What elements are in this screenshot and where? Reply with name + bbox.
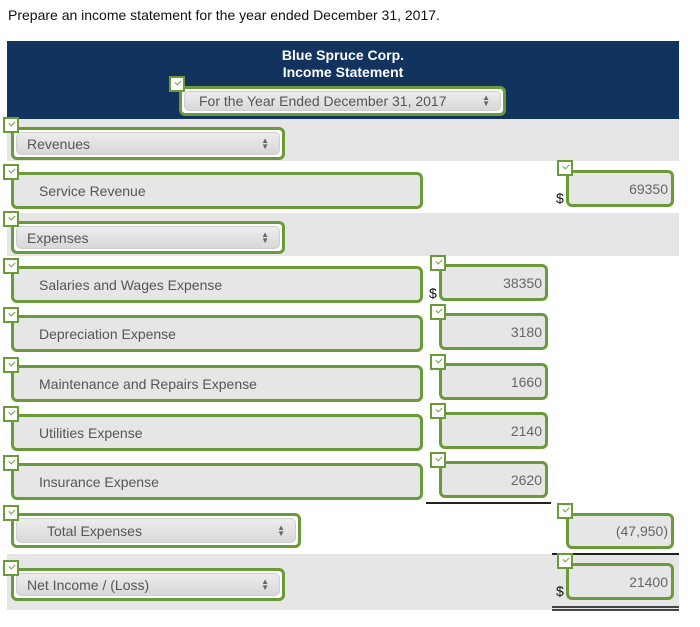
expense-label: Maintenance and Repairs Expense: [39, 375, 257, 392]
check-icon: [3, 164, 19, 180]
check-icon: [430, 403, 446, 419]
amount-value: (47,950): [615, 523, 668, 539]
select-arrows-icon: ▲ ▼: [261, 576, 269, 592]
question-prompt: Prepare an income statement for the year…: [8, 7, 440, 23]
expense-account-field[interactable]: Maintenance and Repairs Expense: [11, 365, 423, 402]
expense-label: Insurance Expense: [39, 473, 159, 490]
period-select[interactable]: For the Year Ended December 31, 2017 ▲ ▼: [179, 86, 506, 116]
amount-value: 38350: [503, 274, 542, 291]
currency-symbol: $: [429, 285, 437, 301]
select-arrows-icon: ▲ ▼: [277, 522, 285, 538]
company-name: Blue Spruce Corp.: [281, 47, 405, 63]
double-underline: [552, 606, 679, 611]
total-expenses-amount[interactable]: (47,950): [566, 513, 674, 549]
select-arrows-icon: ▲ ▼: [261, 229, 269, 245]
check-icon: [3, 455, 19, 471]
amount-value: 69350: [629, 180, 668, 197]
check-icon: [557, 553, 573, 569]
check-icon: [3, 117, 19, 133]
check-icon: [3, 258, 19, 274]
expense-account-field[interactable]: Insurance Expense: [11, 463, 423, 500]
net-income-select[interactable]: Net Income / (Loss) ▲ ▼: [11, 568, 285, 601]
select-arrows-icon: ▲ ▼: [261, 135, 269, 151]
statement-title: Income Statement: [282, 64, 404, 80]
expense-amount-field[interactable]: 1660: [439, 363, 548, 400]
expenses-select[interactable]: Expenses ▲ ▼: [11, 221, 285, 254]
expense-account-field[interactable]: Salaries and Wages Expense: [11, 266, 423, 303]
currency-symbol: $: [556, 190, 564, 206]
amount-value: 1660: [510, 373, 542, 390]
expense-amount-field[interactable]: 3180: [439, 313, 548, 350]
check-icon: [430, 304, 446, 320]
check-icon: [3, 560, 19, 576]
expense-label: Utilities Expense: [39, 424, 143, 441]
subtotal-underline: [426, 502, 551, 504]
expense-account-field[interactable]: Utilities Expense: [11, 414, 423, 451]
amount-value: 3180: [510, 323, 542, 340]
revenues-select[interactable]: Revenues ▲ ▼: [11, 127, 285, 160]
service-revenue-amount[interactable]: 69350: [566, 170, 674, 207]
net-income-select-value: Net Income / (Loss): [27, 576, 150, 593]
check-icon: [3, 505, 19, 521]
expense-account-field[interactable]: Depreciation Expense: [11, 315, 423, 352]
check-icon: [3, 307, 19, 323]
check-icon: [3, 406, 19, 422]
amount-value: 2140: [510, 422, 542, 439]
check-icon: [430, 354, 446, 370]
service-revenue-label: Service Revenue: [39, 182, 146, 199]
total-expenses-select[interactable]: Total Expenses ▲ ▼: [11, 513, 301, 548]
revenues-select-value: Revenues: [27, 135, 91, 152]
amount-value: 21400: [629, 573, 668, 590]
net-income-amount[interactable]: 21400: [566, 563, 674, 600]
check-icon: [3, 357, 19, 373]
check-icon: [557, 503, 573, 519]
check-icon: [3, 211, 19, 227]
expense-label: Salaries and Wages Expense: [39, 276, 223, 293]
check-icon: [557, 160, 573, 176]
period-select-value: For the Year Ended December 31, 2017: [199, 93, 447, 109]
expenses-select-value: Expenses: [27, 229, 89, 246]
currency-symbol: $: [556, 583, 564, 599]
service-revenue-field[interactable]: Service Revenue: [11, 172, 423, 209]
expense-amount-field[interactable]: 2620: [439, 461, 548, 498]
expense-amount-field[interactable]: 38350: [439, 264, 548, 301]
check-icon: [169, 76, 185, 92]
check-icon: [430, 452, 446, 468]
check-icon: [430, 255, 446, 271]
amount-value: 2620: [510, 471, 542, 488]
total-expenses-select-value: Total Expenses: [47, 522, 142, 539]
expense-label: Depreciation Expense: [39, 325, 176, 342]
expense-amount-field[interactable]: 2140: [439, 412, 548, 449]
select-arrows-icon: ▲ ▼: [482, 93, 490, 108]
